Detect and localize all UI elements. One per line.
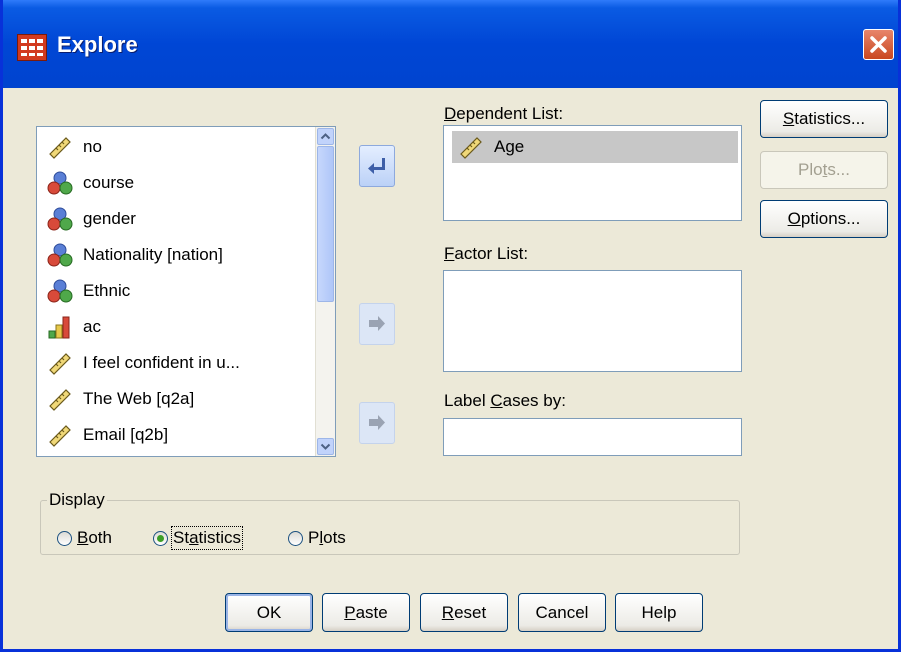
radio-plots[interactable]: Plots <box>288 528 346 548</box>
radio-statistics-label: Statistics <box>170 526 244 550</box>
variable-list-item[interactable]: no <box>47 130 102 164</box>
scroll-thumb[interactable] <box>317 146 334 302</box>
nominal-icon <box>47 170 73 196</box>
variable-label: course <box>83 173 135 192</box>
cancel-button[interactable]: Cancel <box>518 593 606 632</box>
ruler-icon <box>47 134 73 160</box>
title-bar[interactable]: Explore <box>3 0 898 88</box>
ruler-icon <box>47 422 73 448</box>
reset-button[interactable]: Reset <box>420 593 508 632</box>
variable-list-item[interactable]: Email [q2b] <box>47 418 168 452</box>
scroll-up-icon <box>320 133 331 140</box>
close-icon <box>870 36 887 53</box>
ruler-icon <box>47 386 73 412</box>
variable-label: I feel confident in u... <box>83 353 240 372</box>
move-to-factor-button[interactable] <box>359 303 395 345</box>
variable-label: ac <box>83 317 101 336</box>
scroll-down-button[interactable] <box>317 438 334 455</box>
arrow-right-icon <box>369 316 385 331</box>
radio-statistics-indicator[interactable] <box>153 530 168 546</box>
radio-plots-label: Plots <box>308 528 346 547</box>
variable-label: Ethnic <box>83 281 131 300</box>
scroll-down-icon <box>320 443 331 450</box>
variable-list-item[interactable]: Ethnic <box>47 274 130 308</box>
dependent-list-item[interactable]: Age <box>452 131 738 163</box>
move-to-label-cases-button[interactable] <box>359 402 395 444</box>
label-cases-field[interactable] <box>443 418 742 456</box>
variable-list-scrollbar[interactable] <box>315 127 335 456</box>
radio-both[interactable]: Both <box>57 528 112 548</box>
display-legend: Display <box>49 490 105 509</box>
variable-label: Nationality [nation] <box>83 245 223 264</box>
variable-list-item[interactable]: gender <box>47 202 136 236</box>
variable-label: The Web [q2a] <box>83 389 195 408</box>
variable-list-item[interactable]: ac <box>47 310 101 344</box>
close-button[interactable] <box>863 29 894 60</box>
plots-button[interactable]: Plo t s... <box>760 151 888 189</box>
ordinal-bar-icon <box>47 314 73 340</box>
statistics-button[interactable]: Statistics... <box>760 100 888 138</box>
nominal-icon <box>47 206 73 232</box>
variable-label: gender <box>83 209 136 228</box>
variable-list[interactable]: no course gender Nationality [nation] Ethnic… <box>36 126 336 457</box>
paste-button[interactable]: Paste <box>322 593 410 632</box>
variable-label: Email [q2b] <box>83 425 169 444</box>
spss-app-icon <box>17 34 47 61</box>
ruler-icon <box>47 350 73 376</box>
dependent-list-label: Dependent List: <box>444 104 564 123</box>
label-cases-label: Label Cases by: <box>444 391 566 410</box>
variable-label: no <box>83 137 102 156</box>
factor-list-label: Factor List: <box>444 244 529 263</box>
variable-list-item[interactable]: course <box>47 166 134 200</box>
explore-dialog: Explore no course gender Nationality [natio… <box>0 0 901 652</box>
options-button[interactable]: Options... <box>760 200 888 238</box>
dependent-item-label: Age <box>494 137 525 156</box>
dependent-list[interactable]: Age <box>443 125 742 221</box>
radio-statistics[interactable]: Statistics <box>153 526 244 550</box>
radio-both-label: Both <box>77 528 112 547</box>
move-to-dependent-button[interactable] <box>359 145 395 187</box>
variable-list-item[interactable]: I feel confident in u... <box>47 346 240 380</box>
arrow-left-icon <box>368 158 385 174</box>
radio-both-indicator[interactable] <box>57 530 72 546</box>
window-title: Explore <box>57 32 138 57</box>
scroll-up-button[interactable] <box>317 128 334 145</box>
variable-list-item[interactable]: Nationality [nation] <box>47 238 223 272</box>
factor-list[interactable] <box>443 270 742 372</box>
nominal-icon <box>47 242 73 268</box>
radio-plots-indicator[interactable] <box>288 530 303 546</box>
ruler-icon <box>458 134 484 160</box>
nominal-icon <box>47 278 73 304</box>
dialog-body: no course gender Nationality [nation] Ethnic… <box>3 88 898 649</box>
help-button[interactable]: Help <box>615 593 703 632</box>
variable-list-item[interactable]: The Web [q2a] <box>47 382 194 416</box>
arrow-right-icon <box>369 415 385 430</box>
display-group: Display <box>40 490 740 555</box>
ok-button[interactable]: OK <box>225 593 313 632</box>
